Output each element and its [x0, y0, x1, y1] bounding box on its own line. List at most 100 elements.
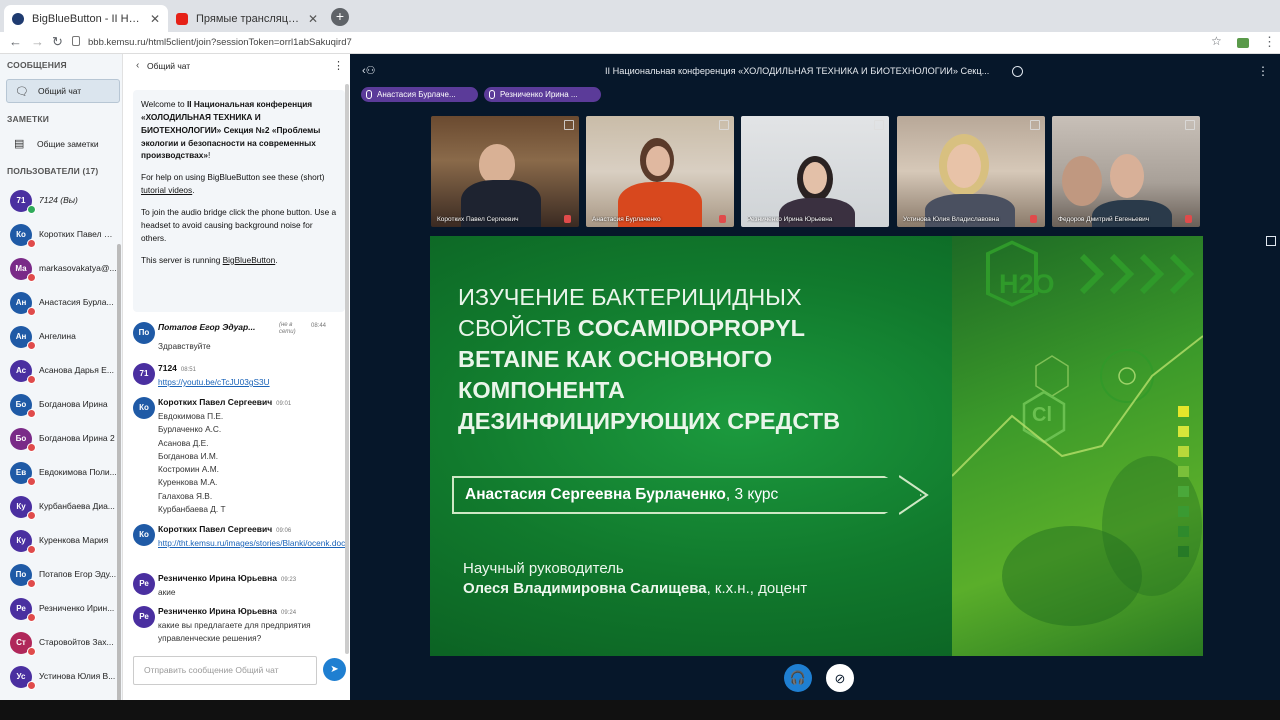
- talking-indicator[interactable]: Анастасия Бурлаче...: [361, 87, 478, 102]
- close-tab-icon[interactable]: ✕: [308, 12, 318, 26]
- user-list-item[interactable]: Ку Куренкова Мария: [0, 525, 122, 557]
- expand-video-icon[interactable]: [564, 120, 574, 130]
- talking-indicator[interactable]: Резниченко Ирина ...: [484, 87, 601, 102]
- talker-name: Анастасия Бурлаче...: [377, 90, 456, 99]
- user-list-item[interactable]: Ан Ангелина: [0, 321, 122, 353]
- tab-bigbluebutton[interactable]: BigBlueButton - II Национальная ✕: [4, 5, 168, 32]
- participant-video-face: [803, 162, 827, 194]
- users-header: ПОЛЬЗОВАТЕЛИ (17): [7, 166, 99, 176]
- webcam-tile[interactable]: Анастасия Бурлаченко: [586, 116, 734, 227]
- avatar: Ко: [133, 397, 155, 419]
- bigbluebutton-link[interactable]: BigBlueButton: [223, 255, 276, 265]
- hide-chat-chevron-icon[interactable]: ‹: [136, 60, 139, 71]
- public-chat-button[interactable]: 🗨 Общий чат: [6, 79, 120, 103]
- bookmark-star-icon[interactable]: ☆: [1211, 34, 1222, 48]
- user-list-item[interactable]: Бо Богданова Ирина: [0, 389, 122, 421]
- user-list-item[interactable]: 71 7124 (Вы): [0, 185, 122, 217]
- welcome-suffix: !: [208, 150, 211, 161]
- slide-title-part: СВОЙСТВ: [458, 315, 578, 341]
- toggle-userlist-icon[interactable]: ‹⚇: [362, 64, 376, 77]
- user-list-item[interactable]: Ку Курбанбаева Диа...: [0, 491, 122, 523]
- message-author: Резниченко Ирина Юрьевна 09:24: [158, 606, 296, 616]
- muted-status-icon: [27, 681, 36, 690]
- advisor-line: Олеся Владимировна Салищева, к.х.н., доц…: [463, 579, 807, 599]
- message-text: Здравствуйте: [158, 341, 211, 351]
- user-list-item[interactable]: Ко Коротких Павел С...: [0, 219, 122, 251]
- shared-notes-label: Общие заметки: [37, 139, 99, 149]
- user-list-item[interactable]: Ан Анастасия Бурла...: [0, 287, 122, 319]
- message-line: Курбанбаева Д. Т: [158, 504, 226, 515]
- user-list-item[interactable]: Ст Старовойтов Зах...: [0, 627, 122, 659]
- message-line: Костромин А.М.: [158, 464, 219, 475]
- send-message-button[interactable]: ➤: [323, 658, 346, 681]
- message-line: Бурлаченко А.С.: [158, 424, 222, 435]
- youtube-favicon-icon: [176, 12, 188, 25]
- reload-icon[interactable]: ↻: [52, 34, 63, 50]
- chat-options-icon[interactable]: ⋮: [333, 59, 344, 72]
- expand-video-icon[interactable]: [1030, 120, 1040, 130]
- tutorial-videos-link[interactable]: tutorial videos: [141, 185, 192, 195]
- video-camera-button[interactable]: ⊘: [826, 664, 854, 692]
- user-name: Устинова Юлия В...: [39, 671, 116, 681]
- webcam-tile[interactable]: Федоров Дмитрий Евгеньевич: [1052, 116, 1200, 227]
- muted-status-icon: [27, 443, 36, 452]
- audio-headset-button[interactable]: 🎧: [784, 664, 812, 692]
- participant-video-face: [646, 146, 670, 176]
- user-list-item[interactable]: Бо Богданова Ирина 2: [0, 423, 122, 455]
- address-bar[interactable]: bbb.kemsu.ru/html5client/join?sessionTok…: [72, 34, 1220, 52]
- shared-notes-button[interactable]: ▤ Общие заметки: [6, 132, 120, 156]
- expand-video-icon[interactable]: [1185, 120, 1195, 130]
- chat-message-input[interactable]: Отправить сообщение Общий чат: [133, 656, 317, 685]
- slide-title-line: ДЕЗИНФИЦИРУЮЩИХ СРЕДСТВ: [458, 408, 841, 434]
- message-line: Евдокимова П.Е.: [158, 411, 224, 421]
- advisor-title: , к.х.н., доцент: [706, 580, 808, 597]
- advisor-name: Олеся Владимировна Салищева: [463, 580, 707, 597]
- close-tab-icon[interactable]: ✕: [150, 12, 160, 26]
- user-list-item[interactable]: Ма markasovakatya@...: [0, 253, 122, 285]
- options-menu-icon[interactable]: ⋮: [1257, 64, 1269, 78]
- recording-indicator-icon[interactable]: [1012, 66, 1023, 77]
- message-line: Асанова Д.Е.: [158, 437, 209, 448]
- user-list-item[interactable]: Ев Евдокимова Поли...: [0, 457, 122, 489]
- slide-title: ИЗУЧЕНИЕ БАКТЕРИЦИДНЫХ СВОЙСТВ COCAMIDOP…: [458, 282, 938, 437]
- webcam-tile[interactable]: Коротких Павел Сергеевич: [431, 116, 579, 227]
- slide-title-part: COCAMIDOPROPYL: [577, 315, 805, 341]
- muted-mic-icon: [1030, 215, 1037, 223]
- webcam-tile[interactable]: Устинова Юлия Владиславовна: [897, 116, 1045, 227]
- user-list-sidebar: СООБЩЕНИЯ 🗨 Общий чат ЗАМЕТКИ ▤ Общие за…: [0, 54, 122, 700]
- message-time: 09:06: [276, 528, 292, 534]
- message-author: Потапов Егор Эдуар...: [158, 322, 255, 332]
- author-name: 7124: [158, 363, 177, 373]
- slide-title-line: ИЗУЧЕНИЕ БАКТЕРИЦИДНЫХ: [458, 284, 802, 310]
- message-link[interactable]: http://tht.kemsu.ru/images/stories/Blank…: [158, 538, 345, 548]
- fullscreen-icon[interactable]: [1266, 236, 1276, 246]
- extension-icon[interactable]: [1237, 38, 1249, 48]
- expand-video-icon[interactable]: [719, 120, 729, 130]
- muted-status-icon: [27, 579, 36, 588]
- author-name: Коротких Павел Сергеевич: [158, 524, 273, 534]
- chat-scrollbar[interactable]: [345, 84, 349, 654]
- expand-video-icon[interactable]: [874, 120, 884, 130]
- user-list-item[interactable]: Ус Устинова Юлия В...: [0, 661, 122, 693]
- browser-menu-icon[interactable]: ⋮: [1263, 34, 1276, 50]
- user-list-item[interactable]: По Потапов Егор Эду...: [0, 559, 122, 591]
- microphone-icon: [489, 90, 495, 99]
- new-tab-button[interactable]: +: [331, 8, 349, 26]
- forward-arrow-icon[interactable]: →: [31, 34, 44, 49]
- message-author: Коротких Павел Сергеевич 09:01: [158, 397, 291, 407]
- webcam-tile[interactable]: Резниченко Ирина Юрьевна: [741, 116, 889, 227]
- message-link[interactable]: https://youtu.be/cTcJU03gS3U: [158, 377, 270, 387]
- back-arrow-icon[interactable]: ←: [9, 34, 22, 49]
- slide-decoration-panel: H2O Cl: [952, 236, 1203, 656]
- advisor-label: Научный руководитель: [463, 560, 624, 577]
- user-list-item[interactable]: Ас Асанова Дарья Е...: [0, 355, 122, 387]
- server-line: This server is running BigBlueButton.: [141, 254, 337, 267]
- user-list-item[interactable]: Ре Резниченко Ирин...: [0, 593, 122, 625]
- user-name: Резниченко Ирин...: [39, 603, 115, 613]
- notes-icon: ▤: [14, 138, 25, 150]
- tab-youtube[interactable]: Прямые трансляции - YouTube ✕: [168, 5, 326, 32]
- participant-video-face: [947, 144, 981, 188]
- muted-status-icon: [27, 409, 36, 418]
- message-text: https://youtu.be/cTcJU03gS3U: [158, 376, 348, 389]
- sidebar-scrollbar[interactable]: [117, 244, 121, 700]
